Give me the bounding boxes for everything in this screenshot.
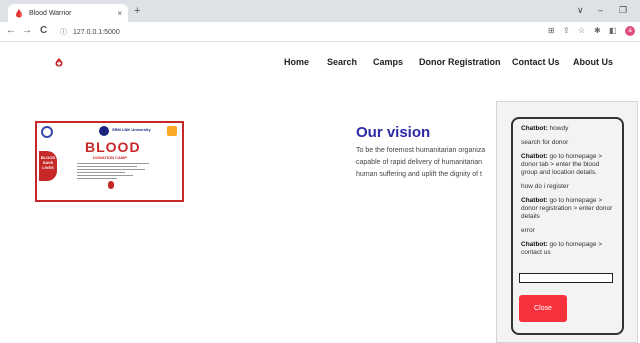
back-icon[interactable]: ← [6,25,16,36]
nav-search[interactable]: Search [327,57,357,67]
poster-title: BLOOD [85,139,141,155]
college-emblem-icon [99,126,109,136]
blood-warrior-logo-icon[interactable] [52,55,66,69]
vision-paragraph: To be the foremost humanitarian organiza… [356,145,496,181]
forward-icon[interactable]: → [22,25,32,36]
blood-drop-icon [108,181,114,189]
browser-tab[interactable]: 🩸 Blood Warrior × [8,4,128,22]
vision-line: To be the foremost humanitarian organiza [356,147,486,154]
profile-avatar[interactable]: a [625,26,635,36]
tab-close-icon[interactable]: × [117,9,122,18]
new-tab-icon[interactable]: + [134,5,140,17]
chat-message: error [521,227,535,234]
translate-icon[interactable]: ⊞ [548,26,555,35]
side-panel-icon[interactable]: ◧ [609,26,617,35]
chat-input[interactable] [519,273,613,283]
url-text: 127.0.0.1:5000 [73,28,120,36]
tab-search-chevron-icon[interactable]: ∨ [577,5,584,16]
vision-line: human suffering and uplift the dignity o… [356,171,482,178]
chat-message: Chatbot: go to homepage > contact us [521,241,603,256]
org-emblem-icon [167,126,177,136]
poster-details [77,161,157,181]
chat-message: Chatbot: howdy [521,125,569,132]
share-icon[interactable]: ⇪ [563,26,570,35]
poster-subtitle: DONATION CAMP [93,155,127,160]
nav-about-us[interactable]: About Us [573,57,613,67]
tab-title: Blood Warrior [28,9,72,17]
nav-contact-us[interactable]: Contact Us [512,57,560,67]
vision-heading: Our vision [356,124,431,141]
browser-toolbar: ← → C ⓘ 127.0.0.1:5000 ⊞ ⇪ ☆ ✱ ◧ a [0,22,640,42]
chat-message: search for donor [521,139,569,146]
restore-icon[interactable]: ❐ [619,5,627,16]
reload-icon[interactable]: C [40,25,47,36]
site-info-icon[interactable]: ⓘ [60,27,67,37]
vision-line: capable of rapid delivery of humanitaria… [356,159,483,166]
chat-close-button[interactable]: Close [519,295,567,322]
poster-side-banner: BLOOD SAVE LIVES [39,151,57,181]
bookmark-star-icon[interactable]: ☆ [578,26,585,35]
extensions-puzzle-icon[interactable]: ✱ [594,26,601,35]
blood-drop-favicon-icon: 🩸 [14,8,24,18]
chat-message: Chatbot: go to homepage > donor registra… [521,197,613,220]
nav-donor-registration[interactable]: Donor Registration [419,57,501,67]
chat-message: Chatbot: go to homepage > donor tab > en… [521,153,603,176]
chat-message: how do i register [521,183,569,190]
nav-camps[interactable]: Camps [373,57,403,67]
browser-tabstrip: 🩸 Blood Warrior × + ∨ – ❐ [0,0,640,22]
address-bar[interactable]: ⓘ 127.0.0.1:5000 [60,25,500,39]
minimize-icon[interactable]: – [598,5,603,15]
blood-donation-camp-poster: SRM LNK University BLOOD DONATION CAMP B… [35,121,184,202]
nav-home[interactable]: Home [284,57,309,67]
university-emblem-icon [41,126,53,138]
poster-university: SRM LNK University [112,127,151,132]
